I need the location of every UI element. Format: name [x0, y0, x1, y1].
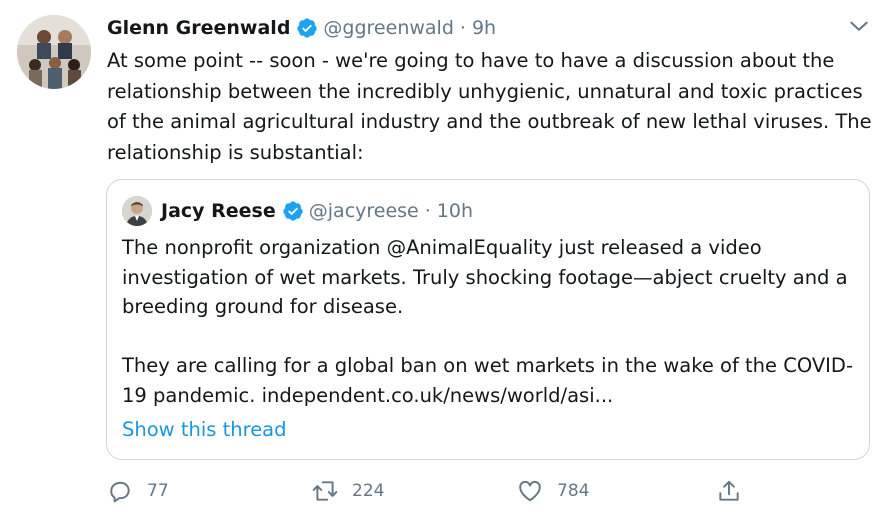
more-options-chevron-icon[interactable] — [846, 13, 872, 39]
tweet-header: Glenn Greenwald @ggreenwald · 9h — [107, 14, 496, 42]
retweet-count: 224 — [352, 481, 385, 501]
tweet-text: At some point -- soon - we're going to h… — [107, 49, 872, 164]
separator-dot: · — [459, 17, 466, 39]
tweet-timestamp[interactable]: 9h — [472, 17, 496, 39]
like-count: 784 — [557, 481, 590, 501]
quoted-tweet-card[interactable]: Jacy Reese @jacyreese · 10h The nonprofi… — [106, 179, 870, 460]
retweet-icon — [312, 481, 338, 501]
author-avatar[interactable] — [17, 15, 91, 89]
tweet-actions: 77 224 784 — [107, 478, 867, 508]
verified-badge-icon — [296, 17, 318, 39]
quoted-author-handle: @jacyreese — [308, 200, 419, 222]
share-button[interactable] — [716, 478, 756, 504]
group-photo-avatar-image — [17, 15, 91, 89]
quoted-author-name: Jacy Reese — [161, 200, 276, 222]
show-thread-link[interactable]: Show this thread — [122, 418, 287, 441]
quoted-tweet-timestamp: 10h — [436, 200, 474, 222]
quoted-tweet-header: Jacy Reese @jacyreese · 10h — [161, 196, 473, 226]
quoted-paragraph: They are calling for a global ban on wet… — [122, 354, 853, 407]
quoted-author-avatar — [122, 196, 152, 226]
author-name[interactable]: Glenn Greenwald — [107, 17, 290, 39]
person-avatar-image — [122, 196, 152, 226]
retweet-button[interactable]: 224 — [312, 478, 384, 504]
reply-count: 77 — [147, 481, 169, 501]
reply-button[interactable]: 77 — [107, 478, 169, 504]
share-icon — [719, 480, 739, 501]
heart-icon — [519, 480, 541, 502]
quoted-tweet-text: The nonprofit organization @AnimalEquali… — [122, 233, 862, 410]
verified-badge-icon — [282, 200, 304, 222]
author-handle[interactable]: @ggreenwald — [323, 17, 453, 39]
separator-dot: · — [424, 200, 431, 222]
like-button[interactable]: 784 — [517, 478, 589, 504]
reply-icon — [110, 481, 130, 503]
quoted-paragraph: The nonprofit organization @AnimalEquali… — [122, 236, 848, 318]
